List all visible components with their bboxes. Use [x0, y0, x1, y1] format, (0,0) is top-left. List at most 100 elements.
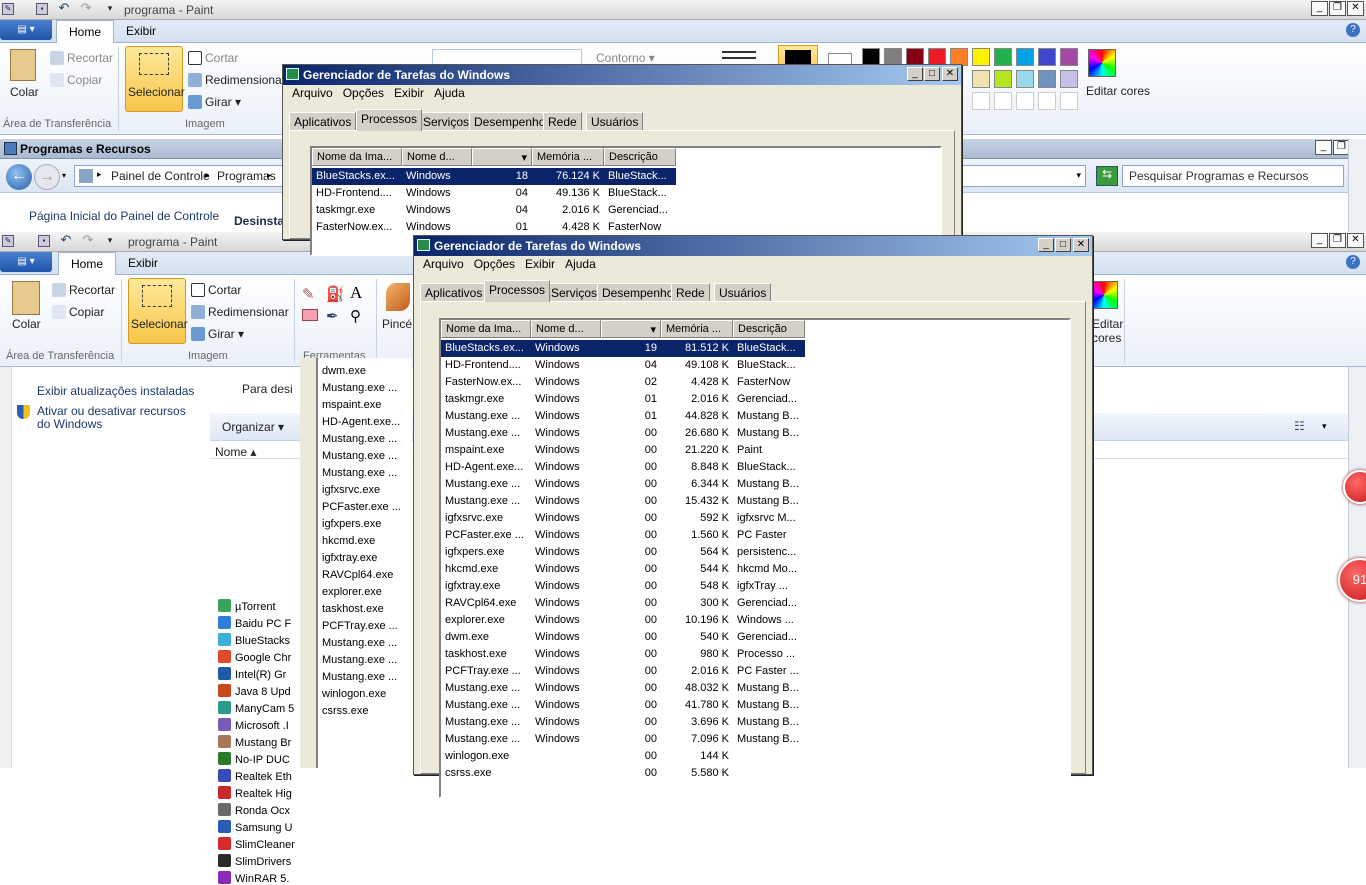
process-name[interactable]: Mustang.exe ... — [322, 382, 397, 394]
copy-button[interactable]: Copiar — [67, 73, 102, 87]
process-name[interactable]: Mustang.exe ... — [322, 450, 397, 462]
process-name[interactable]: igfxpers.exe — [322, 518, 381, 530]
tab-home[interactable]: Home — [58, 252, 117, 275]
view-icon[interactable]: ☷ — [1294, 419, 1305, 433]
program-list-item[interactable]: Intel(R) Gr — [218, 667, 286, 681]
process-row[interactable]: Mustang.exe ... Windows 01 44.828 K Mustang … — [441, 408, 805, 425]
process-row[interactable]: explorer.exe Windows 00 10.196 K Windows ... — [441, 612, 805, 629]
process-row[interactable]: Mustang.exe ... Windows 00 6.344 K Mustang B… — [441, 476, 805, 493]
rotate-button[interactable]: Girar ▾ — [208, 327, 244, 341]
process-row[interactable]: mspaint.exe Windows 00 21.220 K Paint — [441, 442, 805, 459]
close-button[interactable]: ✕ — [1073, 238, 1089, 252]
column-header[interactable]: Memória ... — [532, 148, 604, 166]
menu-ajuda[interactable]: Ajuda — [429, 86, 470, 100]
process-name[interactable]: igfxsrvc.exe — [322, 484, 380, 496]
close-button[interactable]: ✕ — [1347, 1, 1364, 16]
view-installed-updates-link[interactable]: Exibir atualizações instaladas — [37, 384, 194, 398]
program-list-item[interactable]: SlimCleaner — [218, 837, 295, 851]
process-row[interactable]: HD-Frontend.... Windows 04 49.108 K BlueStac… — [441, 357, 805, 374]
process-name[interactable]: igfxtray.exe — [322, 552, 377, 564]
magnifier-icon[interactable]: ⚲ — [350, 307, 361, 325]
windows-features-link[interactable]: Ativar ou desativar recursos do Windows — [37, 405, 202, 431]
minimize-button[interactable]: _ — [1038, 238, 1054, 252]
process-name[interactable]: HD-Agent.exe... — [322, 416, 400, 428]
column-header[interactable]: Nome d... — [531, 320, 601, 338]
paint-menu-button[interactable]: ▤ ▾ — [0, 252, 52, 272]
tab-processes[interactable]: Processos — [356, 109, 423, 131]
organize-button[interactable]: Organizar ▾ — [222, 420, 284, 434]
process-name[interactable]: explorer.exe — [322, 586, 382, 598]
program-list-item[interactable]: SlimDrivers — [218, 854, 291, 868]
customize-qa-icon[interactable]: ▾ — [104, 3, 116, 15]
program-list-item[interactable]: ManyCam 5 — [218, 701, 294, 715]
column-header[interactable]: Nome da Ima... — [441, 320, 531, 338]
program-list-item[interactable]: BlueStacks — [218, 633, 290, 647]
process-row[interactable]: Mustang.exe ... Windows 00 3.696 K Mustang B… — [441, 714, 805, 731]
program-list-item[interactable]: WinRAR 5. — [218, 871, 289, 885]
save-icon[interactable]: ▪ — [36, 3, 48, 15]
tab-performance[interactable]: Desempenho — [469, 112, 551, 131]
edit-colors-label[interactable]: Editar cores — [1086, 85, 1150, 98]
fill-icon[interactable]: ⛽ — [326, 285, 345, 303]
help-icon[interactable]: ? — [1346, 23, 1360, 37]
program-list-item[interactable]: Ronda Ocx — [218, 803, 290, 817]
process-row[interactable]: BlueStacks.ex... Windows 18 76.124 K BlueSta… — [312, 168, 676, 185]
menu-exibir[interactable]: Exibir — [520, 257, 560, 271]
process-row[interactable]: igfxsrvc.exe Windows 00 592 K igfxsrvc M... — [441, 510, 805, 527]
maximize-button[interactable]: □ — [1055, 238, 1071, 252]
program-list-item[interactable]: Mustang Br — [218, 735, 291, 749]
process-row[interactable]: dwm.exe Windows 00 540 K Gerenciad... — [441, 629, 805, 646]
customize-qa-icon[interactable]: ▾ — [104, 235, 116, 247]
process-row[interactable]: Mustang.exe ... Windows 00 48.032 K Mustang … — [441, 680, 805, 697]
tab-services[interactable]: Serviços — [418, 112, 475, 131]
process-row[interactable]: FasterNow.ex... Windows 01 4.428 K FasterNow — [312, 219, 676, 236]
process-name[interactable]: PCFTray.exe ... — [322, 620, 398, 632]
edit-colors-label-2[interactable]: cores — [1092, 331, 1121, 345]
process-name[interactable]: PCFaster.exe ... — [322, 501, 401, 513]
process-row[interactable]: igfxpers.exe Windows 00 564 K persistenc... — [441, 544, 805, 561]
search-input[interactable]: Pesquisar Programas e Recursos — [1122, 165, 1344, 187]
process-name[interactable]: dwm.exe — [322, 365, 366, 377]
process-name[interactable]: RAVCpl64.exe — [322, 569, 393, 581]
tab-applications[interactable]: Aplicativos — [289, 112, 357, 131]
tab-users[interactable]: Usuários — [714, 283, 772, 302]
process-row[interactable]: Mustang.exe ... Windows 00 15.432 K Mustang … — [441, 493, 805, 510]
process-name[interactable]: Mustang.exe ... — [322, 467, 397, 479]
resize-button[interactable]: Redimensionar — [205, 73, 286, 87]
select-button[interactable]: Selecionar — [128, 278, 188, 344]
resize-button[interactable]: Redimensionar — [208, 305, 289, 319]
menu-arquivo[interactable]: Arquivo — [418, 257, 469, 271]
brush-label[interactable]: Pincé — [382, 317, 412, 331]
close-button[interactable]: ✕ — [1347, 233, 1364, 248]
column-header[interactable]: ▾ — [472, 148, 532, 166]
undo-icon[interactable]: ↶ — [60, 233, 72, 247]
column-header[interactable]: ▾ — [601, 320, 661, 338]
color-picker-icon[interactable]: ✒ — [326, 307, 339, 325]
copy-button[interactable]: Copiar — [69, 305, 104, 319]
column-header[interactable]: Memória ... — [661, 320, 733, 338]
column-name[interactable]: Nome ▴ — [215, 445, 256, 459]
tab-home[interactable]: Home — [56, 20, 115, 43]
control-panel-home-link[interactable]: Página Inicial do Painel de Controle — [29, 209, 219, 223]
shapes-gallery[interactable] — [432, 49, 582, 65]
program-list-item[interactable]: Java 8 Upd — [218, 684, 291, 698]
column-header[interactable]: Nome da Ima... — [312, 148, 402, 166]
process-name[interactable]: Mustang.exe ... — [322, 654, 397, 666]
tab-users[interactable]: Usuários — [586, 112, 644, 131]
forward-icon[interactable]: → — [34, 164, 60, 190]
eraser-icon[interactable] — [302, 309, 318, 321]
process-row[interactable]: hkcmd.exe Windows 00 544 K hkcmd Mo... — [441, 561, 805, 578]
process-row[interactable]: taskhost.exe Windows 00 980 K Processo ... — [441, 646, 805, 663]
process-name[interactable]: FasterNow.... — [322, 358, 387, 360]
process-row[interactable]: PCFTray.exe ... Windows 00 2.016 K PC Faster… — [441, 663, 805, 680]
tab-view[interactable]: Exibir — [116, 252, 170, 275]
menu-ajuda[interactable]: Ajuda — [560, 257, 601, 271]
brush-icon[interactable] — [386, 283, 410, 311]
process-row[interactable]: PCFaster.exe ... Windows 00 1.560 K PC Faste… — [441, 527, 805, 544]
minimize-button[interactable]: _ — [907, 67, 923, 81]
view-dropdown-icon[interactable]: ▾ — [1322, 421, 1327, 432]
process-row[interactable]: Mustang.exe ... Windows 00 7.096 K Mustang B… — [441, 731, 805, 748]
column-header[interactable]: Nome d... — [402, 148, 472, 166]
process-name[interactable]: winlogon.exe — [322, 688, 386, 700]
program-list-item[interactable]: Realtek Hig — [218, 786, 292, 800]
